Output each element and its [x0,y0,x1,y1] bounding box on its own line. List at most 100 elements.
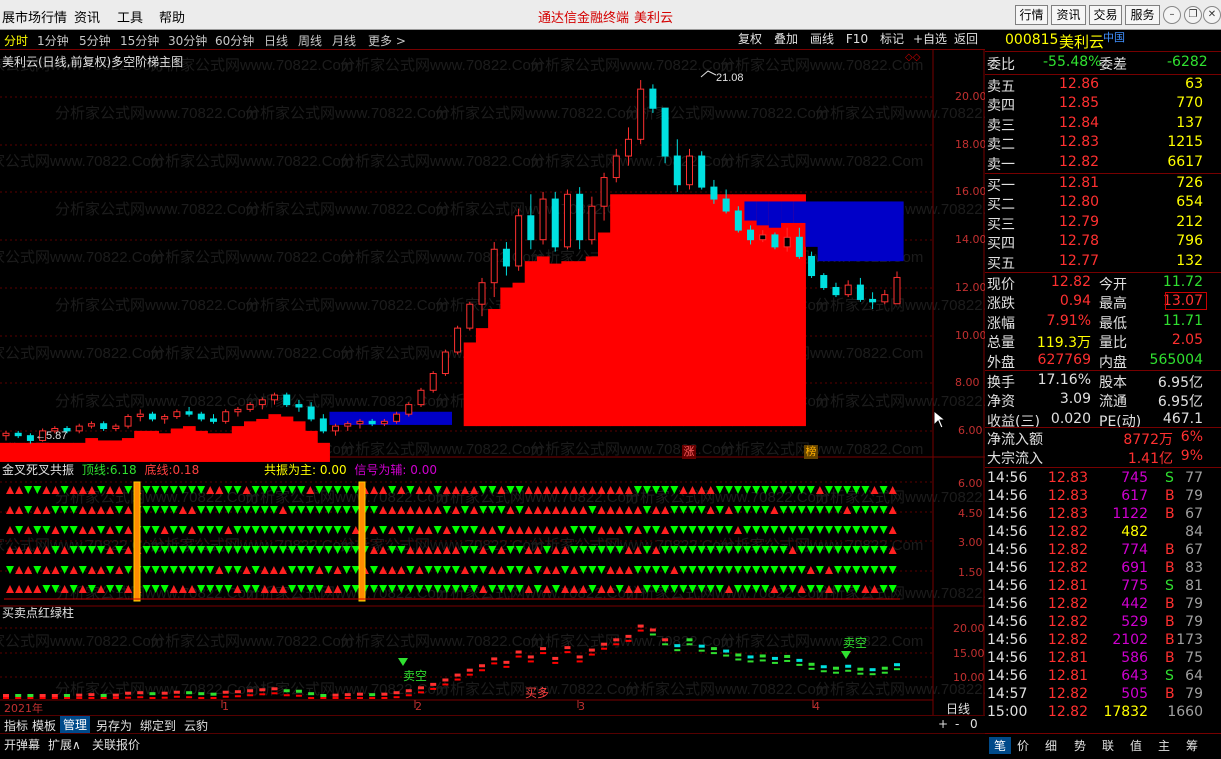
golden-cross-triangle [42,506,51,514]
minimize-icon[interactable]: – [1163,6,1181,24]
cell: 14:56 [987,488,1028,504]
signal-bar [320,697,327,699]
support-ladder-step [500,287,514,427]
y-tick: 8.00 [955,376,980,389]
adjust-button[interactable]: 复权 [734,31,766,49]
cell: 1215 [1167,134,1203,151]
y-tick: 3.00 [958,536,983,549]
cell: 买五 [987,255,1015,272]
tab-template[interactable]: 模板 [32,717,56,734]
watermark-text: 分析家公式网www.70822.Com [815,105,985,122]
tab-ticks[interactable]: 笔 [989,737,1011,754]
tab-chips[interactable]: 筹 [1186,737,1198,754]
related-quotes[interactable]: 关联报价 [92,736,140,753]
death-cross-triangle [688,526,697,534]
period-tab[interactable]: 分时 [4,32,28,49]
support-ladder-step [0,442,13,462]
tab-trend[interactable]: 势 [1074,737,1086,754]
menu-help[interactable]: 帮助 [159,7,185,26]
tab-value[interactable]: 值 [1130,737,1142,754]
tab-detail[interactable]: 细 [1045,737,1057,754]
add-watchlist-button[interactable]: +自选 [912,31,948,49]
golden-cross-triangle [215,566,224,574]
signal-bar [796,663,803,666]
period-tab[interactable]: 30分钟 [168,32,207,49]
cell: B [1165,596,1175,612]
death-cross-triangle [643,526,651,534]
death-cross-triangle [324,526,333,534]
tab-save-as[interactable]: 另存为 [96,717,132,734]
close-icon[interactable]: ✕ [1203,6,1221,24]
f10-button[interactable]: F10 [843,31,871,49]
more-periods[interactable]: 更多 > [368,32,406,49]
tab-cloud[interactable]: 云豹 [184,717,208,734]
support-ladder-step [158,433,172,462]
draw-button[interactable]: 画线 [806,31,838,49]
chart-area[interactable]: 分析家公式网www.70822.Com 分析家公式网www.70822.Com 分析… [0,50,985,715]
tab-main[interactable]: 主 [1158,737,1170,754]
watermark-text: 分析家公式网www.70822.Com [340,153,543,170]
golden-cross-triangle [542,506,551,514]
overlay-button[interactable]: 叠加 [770,31,802,49]
stock-header: 000815 美利云 中国 [985,30,1221,52]
divider [985,427,1221,428]
candle-body [527,215,535,241]
menu-tools[interactable]: 工具 [117,7,143,26]
trade-button[interactable]: 交易 [1089,5,1122,25]
signal-bar [186,696,193,699]
period-tab[interactable]: 15分钟 [120,32,159,49]
reset-icon[interactable]: 0 [970,717,978,731]
tab-indicator[interactable]: 指标 [4,717,28,734]
signal-bar [503,665,510,668]
period-tab[interactable]: 60分钟 [215,32,254,49]
menu-market[interactable]: 展市场行情 [2,7,67,26]
tab-manage[interactable]: 管理 [60,716,91,733]
signal-bar [588,648,595,652]
death-cross-triangle [306,526,315,534]
period-tab[interactable]: 月线 [332,32,356,49]
resonance-label: 共振为主: [264,463,317,477]
death-cross-triangle [752,526,761,534]
expand-toggle[interactable]: 扩展∧ [48,736,81,753]
signal-bar [149,697,156,699]
zoom-in-icon[interactable]: + [938,717,948,731]
zoom-out-icon[interactable]: - [955,717,959,731]
death-cross-triangle [752,566,761,574]
menu-news[interactable]: 资讯 [74,7,100,26]
death-cross-triangle [269,526,278,534]
period-tab[interactable]: 5分钟 [79,32,111,49]
tab-bind-to[interactable]: 绑定到 [140,717,176,734]
stat2-row: 换手 17.16% 股本 6.95亿 [987,372,1219,391]
restore-icon[interactable]: ❐ [1184,6,1202,24]
tab-price[interactable]: 价 [1017,737,1029,754]
death-cross-triangle [297,526,306,534]
period-tab[interactable]: 1分钟 [37,32,69,49]
candle-body [87,423,95,427]
golden-cross-triangle [552,526,560,534]
death-cross-triangle [779,506,788,514]
cell: 11.71 [1162,312,1203,329]
golden-cross-triangle [379,506,388,514]
death-cross-triangle [779,526,788,534]
quotes-button[interactable]: 行情 [1015,5,1048,25]
death-cross-triangle [715,566,724,574]
cell: 净流入额 [987,432,1043,448]
cell: 12.78 [1059,233,1100,250]
dragon-tiger-badge[interactable]: 榜 [804,445,818,459]
period-tab[interactable]: 日线 [264,32,288,49]
signal-bar [369,693,376,697]
golden-cross-triangle [97,506,105,514]
service-button[interactable]: 服务 [1125,5,1160,25]
death-cross-triangle [233,506,242,514]
cell: 12.83 [1047,488,1088,504]
watermark-text: 分析家公式网www.70822.Com [815,489,985,506]
mark-button[interactable]: 标记 [876,31,908,49]
period-tab[interactable]: 周线 [298,32,322,49]
news-button[interactable]: 资讯 [1051,5,1086,25]
golden-cross-triangle [843,506,852,514]
danmaku-toggle[interactable]: 开弹幕 [4,736,40,753]
limit-up-badge[interactable]: 涨 [682,445,696,459]
back-button[interactable]: 返回 [950,31,982,49]
chart-options-icon[interactable]: ◇◇ [905,52,920,63]
tab-link[interactable]: 联 [1102,737,1114,754]
